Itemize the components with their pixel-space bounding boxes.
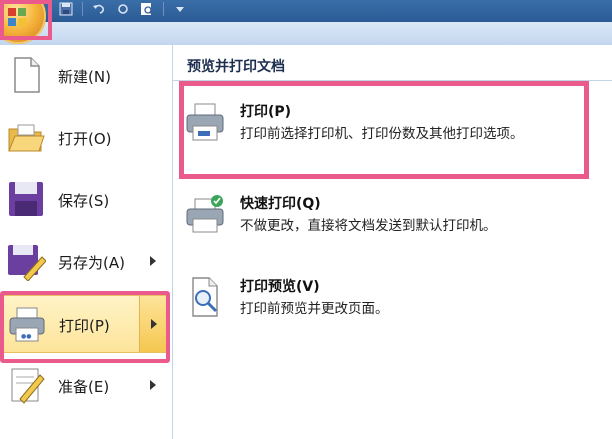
prepare-icon (11, 368, 45, 404)
undo-icon[interactable] (91, 1, 107, 17)
menu-item-open[interactable]: 打开(O) (0, 109, 170, 167)
submenu-arrow-icon (150, 256, 156, 266)
menu-item-label: 新建(N) (58, 68, 111, 86)
option-description: 打印前预览并更改页面。 (240, 301, 389, 317)
menu-item-save[interactable]: 保存(S) (0, 171, 170, 229)
menu-item-label: 打开(O) (58, 130, 112, 148)
quick-print-icon (186, 195, 224, 233)
ribbon-strip (0, 22, 612, 46)
menu-command-list: 新建(N) 打开(O) 保存(S) 另存为(A) ●● 打印(P) 准备(E) (0, 45, 173, 439)
customize-arrow-icon[interactable] (172, 1, 188, 17)
save-icon (9, 182, 43, 216)
open-folder-icon (8, 124, 45, 152)
menu-item-new[interactable]: 新建(N) (0, 47, 170, 105)
print-item-highlight (0, 291, 170, 363)
option-print-preview[interactable]: 打印预览(V) 打印前预览并更改页面。 (173, 270, 612, 340)
option-quick-print[interactable]: 快速打印(Q) 不做更改，直接将文档发送到默认打印机。 (173, 187, 612, 257)
toolbar-separator (82, 2, 83, 16)
option-title: 打印预览(V) (240, 279, 320, 295)
menu-item-save-as[interactable]: 另存为(A) (0, 233, 170, 291)
menu-item-label: 准备(E) (58, 378, 110, 396)
redo-icon[interactable] (115, 1, 131, 17)
menu-item-label: 另存为(A) (58, 254, 125, 272)
option-title: 快速打印(Q) (240, 196, 321, 212)
option-description: 不做更改，直接将文档发送到默认打印机。 (240, 218, 497, 234)
panel-header: 预览并打印文档 (173, 53, 612, 81)
office-button-highlight (0, 0, 52, 40)
save-icon[interactable] (58, 1, 74, 17)
quick-access-toolbar (58, 0, 188, 18)
menu-item-label: 保存(S) (58, 192, 110, 210)
print-option-highlight (179, 81, 589, 179)
save-as-icon (8, 245, 46, 281)
new-document-icon (14, 57, 40, 93)
toolbar-separator (163, 2, 164, 16)
menu-item-prepare[interactable]: 准备(E) (0, 357, 170, 415)
print-preview-icon[interactable] (139, 1, 155, 17)
title-bar (0, 0, 612, 22)
print-preview-icon (192, 277, 218, 317)
office-menu: 新建(N) 打开(O) 保存(S) 另存为(A) ●● 打印(P) 准备(E) … (0, 45, 612, 439)
print-submenu-panel: 预览并打印文档 打印(P) 打印前选择打印机、打印份数及其他打印选项。 快速打印… (173, 45, 612, 439)
submenu-arrow-icon (150, 380, 156, 390)
